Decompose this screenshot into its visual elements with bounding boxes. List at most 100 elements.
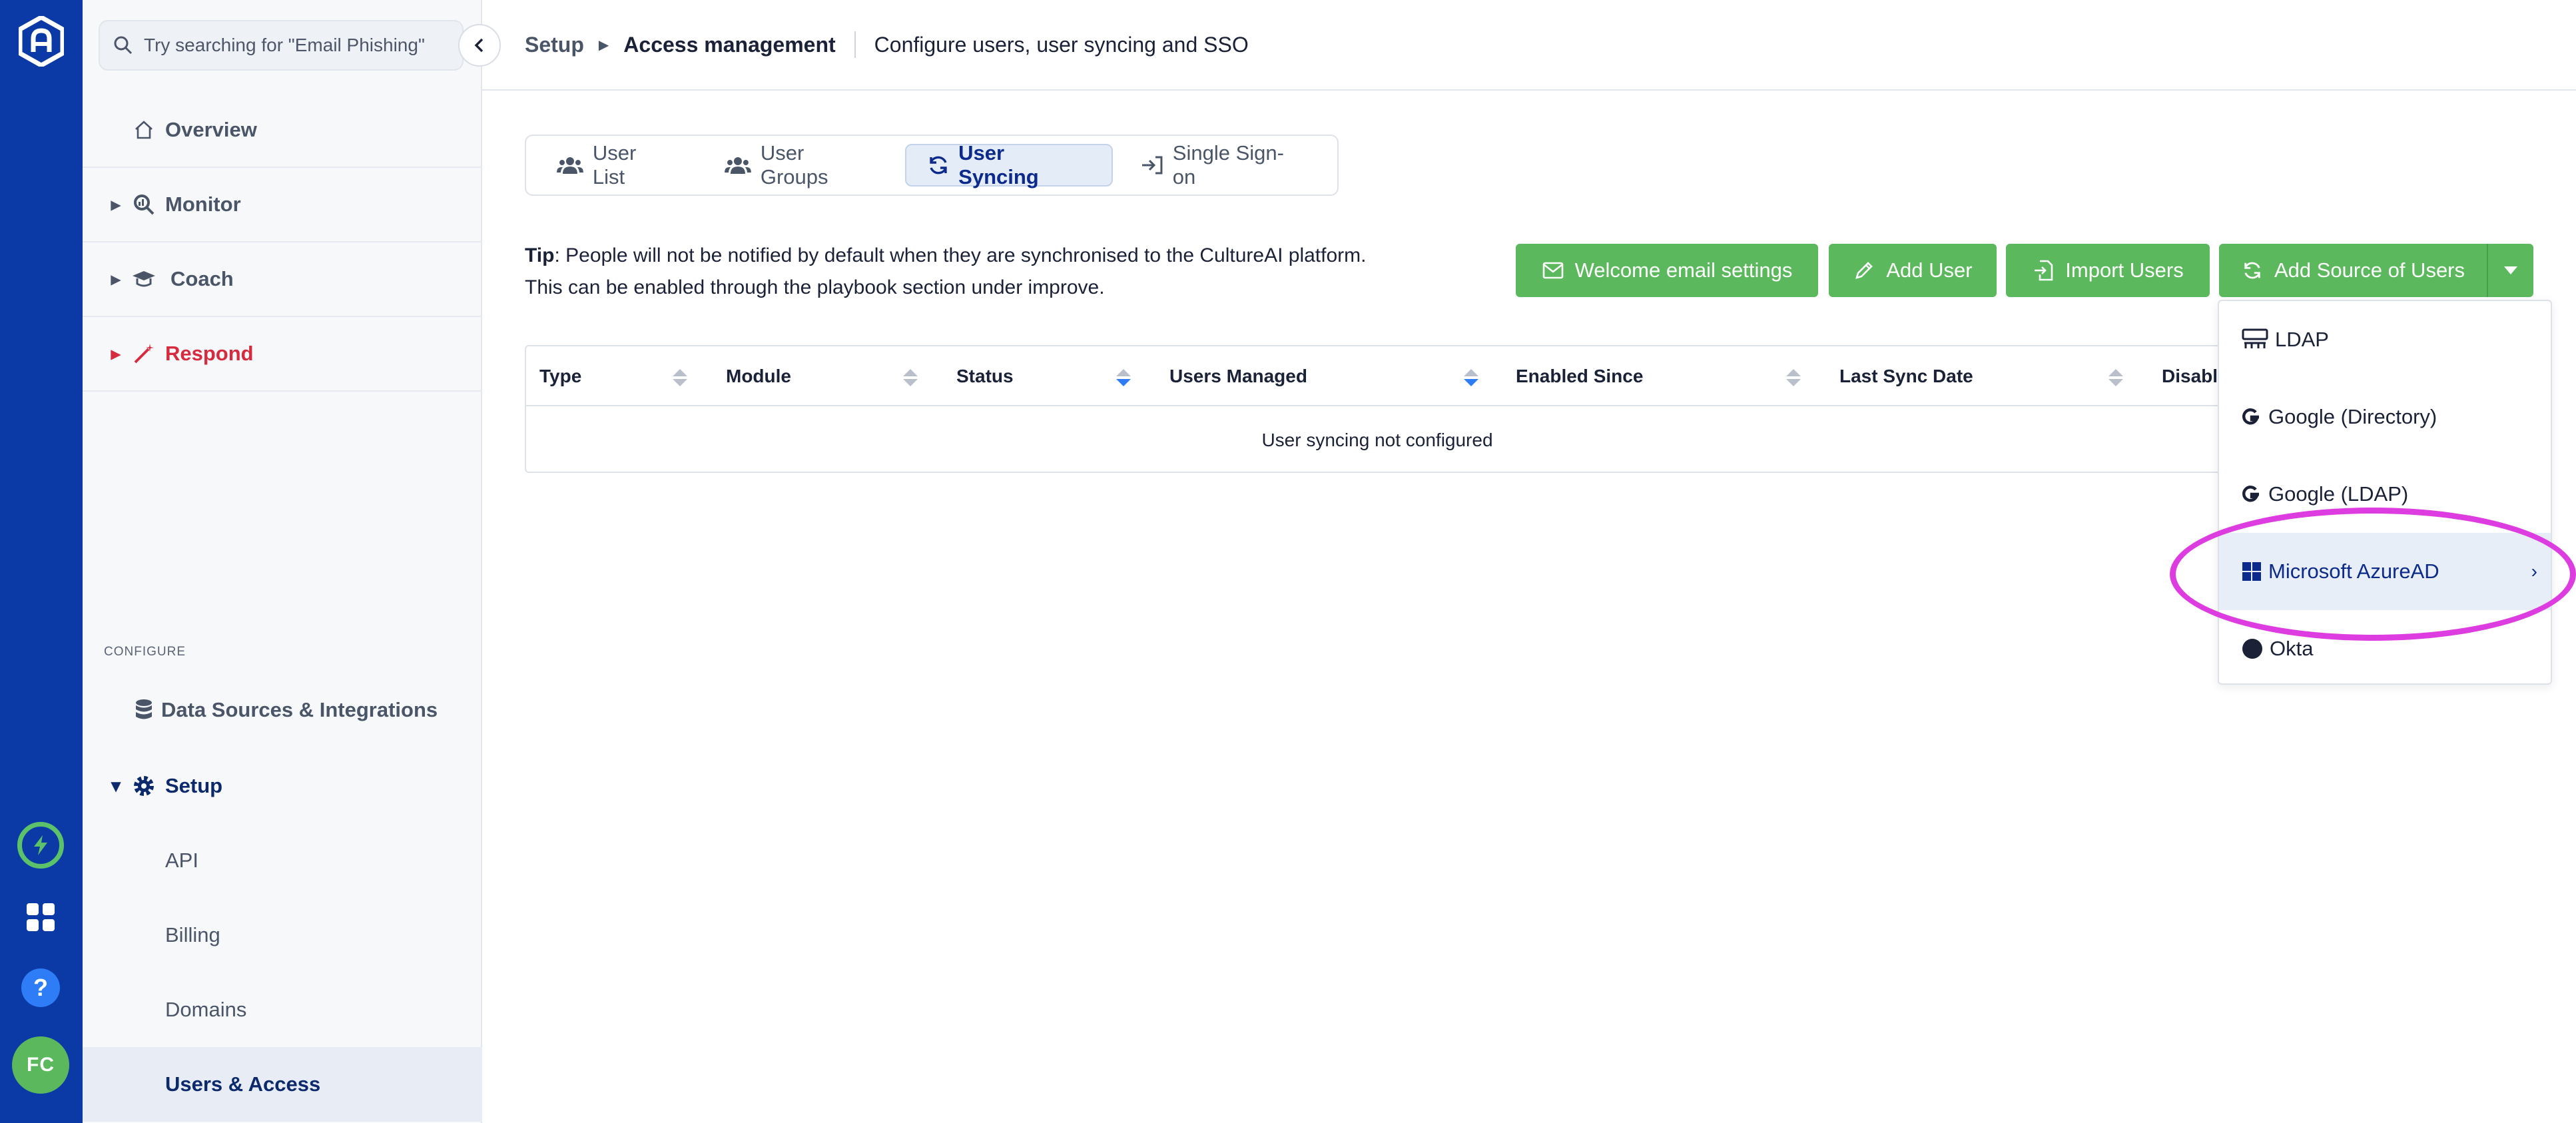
sidebar-item-data-sources[interactable]: Data Sources & Integrations <box>83 673 482 747</box>
sidebar-subitem-label: Domains <box>165 998 247 1021</box>
column-header-label: Last Sync Date <box>1839 366 1973 386</box>
column-header-label: Users Managed <box>1169 366 1307 386</box>
menu-item-google-ldap[interactable]: Google (LDAP) <box>2219 456 2551 533</box>
configure-section-label: CONFIGURE <box>104 645 186 659</box>
chevron-left-icon <box>474 38 483 53</box>
sidebar-subitem-users-access[interactable]: Users & Access <box>83 1047 482 1122</box>
welcome-email-settings-button[interactable]: Welcome email settings <box>1516 244 1818 297</box>
users-icon <box>557 157 583 174</box>
breadcrumb-separator-icon: ▶ <box>598 37 609 53</box>
column-header-label: Status <box>956 366 1014 386</box>
sidebar-item-label: Setup <box>165 774 223 797</box>
column-header-users-managed[interactable]: Users Managed <box>1169 346 1307 406</box>
sync-icon <box>930 156 947 175</box>
column-header-module[interactable]: Module <box>726 346 791 406</box>
column-header-label: Type <box>539 366 582 386</box>
app-rail: ? FC <box>0 0 83 1123</box>
add-source-of-users-button[interactable]: Add Source of Users <box>2219 244 2487 297</box>
tab-label: Single Sign-on <box>1172 141 1284 188</box>
sort-icon[interactable] <box>1785 368 1802 388</box>
sign-in-icon <box>1141 156 1163 175</box>
table-header: Type Module Status Users Managed Enabled… <box>526 346 2228 406</box>
sidebar-subitem-label: API <box>165 849 198 872</box>
add-source-dropdown-toggle[interactable] <box>2487 244 2533 297</box>
network-icon <box>2242 328 2268 348</box>
help-icon[interactable]: ? <box>21 968 60 1007</box>
tip-line-2: This can be enabled through the playbook… <box>525 276 1105 298</box>
sidebar-item-monitor[interactable]: ▸ Monitor <box>83 168 482 242</box>
gear-icon <box>131 773 157 799</box>
button-label: Import Users <box>2065 258 2184 282</box>
sidebar: Overview ▸ Monitor ▸ Coach ▸ Respond CON… <box>83 0 482 1123</box>
sidebar-item-label: Coach <box>170 267 234 290</box>
sort-icon[interactable] <box>671 368 689 388</box>
activity-status-icon[interactable] <box>17 822 64 869</box>
sidebar-subitem-label: Billing <box>165 923 220 946</box>
collapse-sidebar-button[interactable] <box>458 24 501 67</box>
tab-single-sign-on[interactable]: Single Sign-on <box>1118 141 1329 188</box>
menu-item-label: Okta <box>2270 637 2314 660</box>
sort-icon[interactable] <box>902 368 919 388</box>
menu-item-ldap[interactable]: LDAP <box>2219 301 2551 378</box>
caret-right-icon: ▸ <box>111 342 121 365</box>
sidebar-item-overview[interactable]: Overview <box>83 93 482 168</box>
column-header-label: Module <box>726 366 791 386</box>
monitor-search-icon <box>131 191 157 218</box>
tab-user-groups[interactable]: User Groups <box>702 141 900 188</box>
button-label: Add Source of Users <box>2274 258 2465 282</box>
search-input[interactable] <box>144 35 437 56</box>
chevron-right-icon: › <box>2531 561 2537 581</box>
sort-icon[interactable] <box>2107 368 2124 388</box>
column-header-status[interactable]: Status <box>956 346 1014 406</box>
sidebar-item-coach[interactable]: ▸ Coach <box>83 242 482 317</box>
sidebar-subitem-domains[interactable]: Domains <box>83 972 482 1047</box>
add-user-button[interactable]: Add User <box>1829 244 1997 297</box>
import-users-button[interactable]: Import Users <box>2006 244 2210 297</box>
sidebar-subitem-label: Users & Access <box>165 1072 321 1096</box>
sidebar-item-label: Overview <box>165 118 257 141</box>
sidebar-item-respond[interactable]: ▸ Respond <box>83 317 482 392</box>
menu-item-label: Google (Directory) <box>2268 405 2437 428</box>
breadcrumb-root[interactable]: Setup <box>525 33 584 57</box>
google-icon <box>2242 408 2259 425</box>
sort-icon[interactable] <box>1462 368 1480 388</box>
source-dropdown-menu: LDAP Google (Directory) Google (LDAP) Mi… <box>2218 300 2552 685</box>
sidebar-item-label: Data Sources & Integrations <box>161 698 438 721</box>
menu-item-label: LDAP <box>2275 328 2329 351</box>
sidebar-item-label: Monitor <box>165 192 241 216</box>
sidebar-subitem-api[interactable]: API <box>83 823 482 898</box>
column-header-last-sync-date[interactable]: Last Sync Date <box>1839 346 1973 406</box>
search-icon <box>114 36 133 55</box>
user-avatar[interactable]: FC <box>12 1036 69 1094</box>
menu-item-label: Google (LDAP) <box>2268 482 2409 506</box>
search-box[interactable] <box>99 20 464 71</box>
google-icon <box>2242 486 2259 502</box>
sidebar-item-setup[interactable]: ▾ Setup <box>83 749 482 823</box>
menu-item-microsoft-azuread[interactable]: Microsoft AzureAD › <box>2219 533 2551 610</box>
home-icon <box>131 117 157 143</box>
sidebar-subitem-billing[interactable]: Billing <box>83 898 482 972</box>
breadcrumb-current: Access management <box>623 32 836 57</box>
tab-user-syncing[interactable]: User Syncing <box>905 141 1113 188</box>
user-groups-icon <box>724 157 751 174</box>
column-header-enabled-since[interactable]: Enabled Since <box>1516 346 1643 406</box>
column-header-type[interactable]: Type <box>539 346 581 406</box>
file-import-icon <box>2032 259 2055 282</box>
access-tabs: User List User Groups User Syncing Singl… <box>525 135 1339 196</box>
pencil-icon <box>1853 259 1875 282</box>
sort-icon[interactable] <box>1115 368 1132 388</box>
windows-icon <box>2242 562 2261 581</box>
caret-right-icon: ▸ <box>111 192 121 216</box>
magic-wand-icon <box>131 340 157 367</box>
culture-ai-logo-icon[interactable] <box>19 16 64 67</box>
sync-icon <box>2241 259 2264 282</box>
empty-state-message: User syncing not configured <box>1261 430 1493 450</box>
menu-item-google-directory[interactable]: Google (Directory) <box>2219 378 2551 456</box>
tab-label: User Syncing <box>958 141 1039 188</box>
tip-prefix: Tip <box>525 244 555 266</box>
menu-item-label: Microsoft AzureAD <box>2268 560 2439 583</box>
apps-grid-icon[interactable] <box>25 902 56 933</box>
tab-user-list[interactable]: User List <box>534 141 697 188</box>
tab-label: User List <box>592 141 637 188</box>
menu-item-okta[interactable]: Okta <box>2219 610 2551 687</box>
